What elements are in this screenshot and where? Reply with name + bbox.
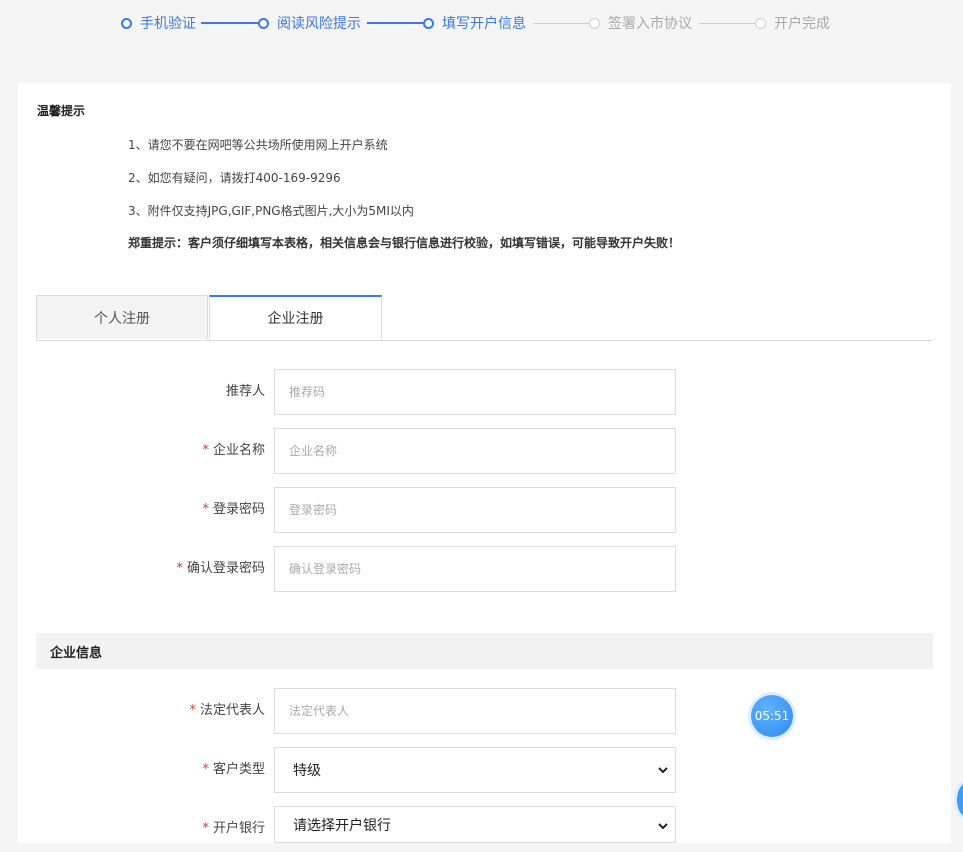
confirm-password-input[interactable] — [274, 546, 676, 592]
form-row-confirm-password: * 确认登录密码 — [18, 546, 951, 592]
company-info-section-header: 企业信息 — [36, 633, 933, 669]
step-connector — [201, 22, 258, 24]
referrer-label: 推荐人 — [225, 384, 265, 399]
step-circle-icon — [755, 17, 766, 29]
step-circle-icon — [589, 17, 600, 29]
form-row-company-name: * 企业名称 — [18, 428, 951, 474]
step-connector — [533, 23, 589, 24]
company-name-input[interactable] — [274, 428, 676, 474]
registration-tabs: 个人注册 企业注册 — [36, 295, 933, 341]
tab-personal-registration[interactable]: 个人注册 — [36, 295, 208, 339]
timer-text: 05:51 — [754, 709, 790, 723]
step-circle-icon — [423, 17, 434, 29]
tip-item: 2、如您有疑问，请拨打400-169-9296 — [128, 171, 341, 185]
step-complete: 开户完成 — [755, 10, 830, 36]
step-sign-agreement: 签署入市协议 — [589, 10, 692, 36]
password-label: * 登录密码 — [202, 502, 265, 517]
step-phone-verify: 手机验证 — [121, 10, 196, 36]
password-input[interactable] — [274, 487, 676, 533]
referrer-input[interactable] — [274, 369, 676, 415]
tip-item: 3、附件仅支持JPG,GIF,PNG格式图片,大小为5MI以内 — [128, 204, 414, 218]
chevron-down-icon — [658, 767, 668, 774]
company-name-label: * 企业名称 — [202, 443, 265, 458]
step-circle-icon — [121, 17, 132, 29]
form-row-legal-rep: * 法定代表人 — [18, 688, 951, 734]
registration-card: 温馨提示 1、请您不要在网吧等公共场所使用网上开户系统 2、如您有疑问，请拨打4… — [18, 83, 951, 843]
countdown-timer-bubble[interactable]: 05:51 — [751, 695, 793, 737]
bank-select[interactable]: 请选择开户银行 — [274, 806, 676, 843]
legal-rep-label: * 法定代表人 — [189, 703, 265, 718]
step-circle-icon — [258, 17, 269, 29]
floating-service-button[interactable] — [957, 783, 963, 817]
tips-title: 温馨提示 — [37, 104, 86, 118]
tab-company-registration[interactable]: 企业注册 — [209, 295, 382, 340]
step-connector — [699, 23, 755, 24]
step-connector — [367, 22, 423, 24]
confirm-password-label: * 确认登录密码 — [176, 561, 265, 576]
step-risk-notice: 阅读风险提示 — [258, 10, 361, 36]
legal-rep-input[interactable] — [274, 688, 676, 734]
tip-warning: 郑重提示：客户须仔细填写本表格，相关信息会与银行信息进行校验，如填写错误，可能导… — [128, 236, 681, 250]
section-title: 企业信息 — [50, 645, 103, 661]
form-row-referrer: 推荐人 — [18, 369, 951, 415]
bank-label: * 开户银行 — [202, 821, 265, 836]
chevron-down-icon — [658, 823, 668, 830]
customer-type-label: * 客户类型 — [202, 762, 265, 777]
tip-item: 1、请您不要在网吧等公共场所使用网上开户系统 — [128, 138, 388, 152]
form-row-password: * 登录密码 — [18, 487, 951, 533]
form-row-bank: * 开户银行 请选择开户银行 — [18, 806, 951, 852]
step-fill-info: 填写开户信息 — [423, 10, 526, 36]
form-row-customer-type: * 客户类型 特级 — [18, 747, 951, 793]
customer-type-select[interactable]: 特级 — [274, 747, 676, 793]
progress-stepper: 手机验证 阅读风险提示 填写开户信息 签署入市协议 开户完成 — [0, 10, 963, 36]
